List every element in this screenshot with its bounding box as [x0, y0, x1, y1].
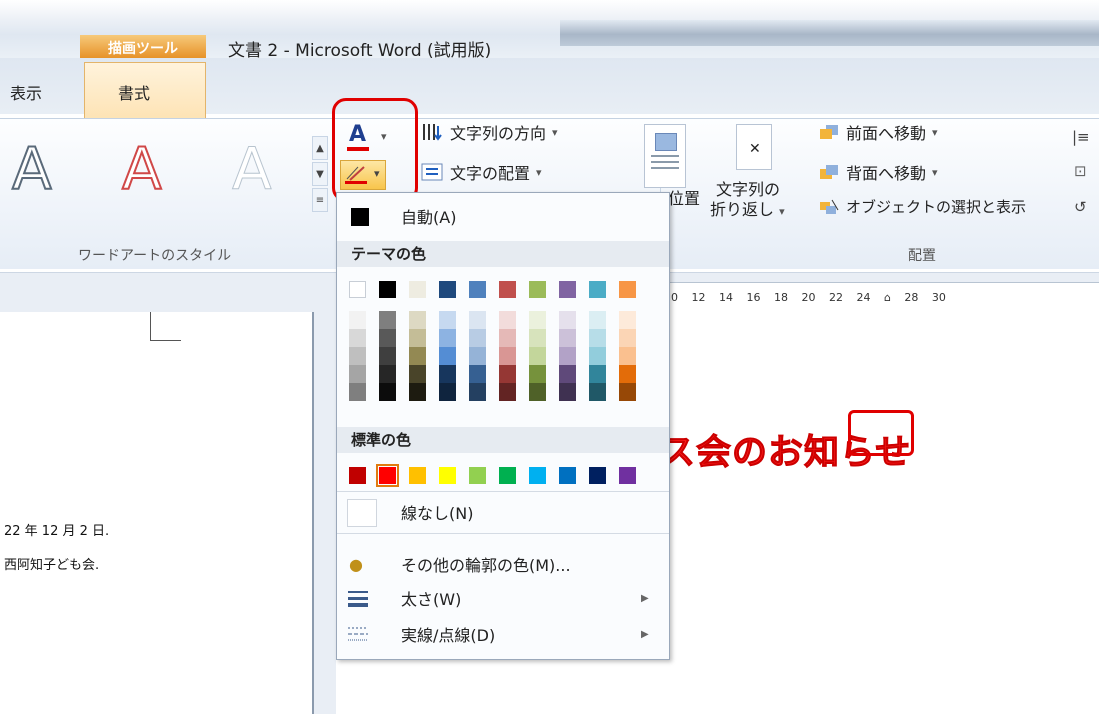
- menu-weight-label: 太さ(W): [401, 590, 462, 609]
- standard-color-swatch[interactable]: [619, 467, 636, 484]
- selection-pane-label: オブジェクトの選択と表示: [846, 198, 1027, 216]
- standard-color-swatch[interactable]: [499, 467, 516, 484]
- menu-item-dashes[interactable]: 実線/点線(D) ▶: [337, 617, 669, 651]
- bring-forward-icon: [820, 125, 838, 139]
- standard-color-swatch[interactable]: [409, 467, 426, 484]
- line-weight-icon: [348, 591, 368, 607]
- group-icon[interactable]: ⊡: [1074, 162, 1087, 180]
- text-direction-icon: [423, 124, 442, 141]
- chevron-down-icon: ▾: [536, 165, 542, 179]
- margin-corner-mark: [150, 312, 181, 341]
- highlight-outline-button: [332, 98, 418, 202]
- selection-pane-button[interactable]: オブジェクトの選択と表示: [818, 196, 1026, 217]
- highlight-outline-text: [848, 410, 914, 456]
- org-line: 西阿知子ども会.: [4, 558, 100, 573]
- menu-item-weight[interactable]: 太さ(W) ▶: [337, 581, 669, 615]
- menu-more-colors-label: その他の輪郭の色(M)...: [401, 556, 571, 575]
- date-line: 22 年 12 月 2 日.: [4, 524, 110, 539]
- palette-icon: ●: [349, 555, 363, 574]
- menu-divider: [337, 533, 669, 534]
- bring-forward-label: 前面へ移動: [846, 124, 927, 143]
- title-bar-glass: [560, 20, 1099, 46]
- chevron-down-icon: ▾: [552, 125, 558, 139]
- wordart-style-3[interactable]: A: [232, 135, 273, 204]
- gallery-down-button[interactable]: ▼: [312, 162, 328, 186]
- outline-color-menu: 自動(A) テーマの色 標準の色 線なし(N) ● その他の輪郭の色(M)...…: [336, 192, 670, 660]
- send-backward-button[interactable]: 背面へ移動 ▾: [818, 160, 938, 184]
- text-align-label: 文字の配置: [450, 164, 531, 183]
- ruler-numbers: 10 12 14 16 18 20 22 24 ⌂ 28 30: [664, 291, 946, 304]
- standard-color-swatch[interactable]: [439, 467, 456, 484]
- horizontal-ruler[interactable]: 10 12 14 16 18 20 22 24 ⌂ 28 30: [654, 282, 1099, 316]
- position-icon: [644, 124, 686, 188]
- standard-color-swatch[interactable]: [376, 464, 399, 487]
- standard-color-swatch[interactable]: [559, 467, 576, 484]
- text-direction-label: 文字列の方向: [450, 124, 547, 143]
- text-align-icon: [421, 163, 443, 181]
- wrap-text-icon: ✕: [736, 124, 772, 170]
- align-icon[interactable]: |≡: [1072, 128, 1090, 146]
- gallery-up-button[interactable]: ▲: [312, 136, 328, 160]
- menu-divider: [337, 491, 669, 492]
- wrap-text-button[interactable]: 折り返し ▾: [710, 196, 785, 220]
- menu-item-more-colors[interactable]: ● その他の輪郭の色(M)...: [337, 547, 669, 581]
- rotate-icon[interactable]: ↺: [1074, 198, 1087, 216]
- menu-item-no-line[interactable]: 線なし(N): [337, 495, 669, 529]
- tab-format[interactable]: 書式: [118, 80, 150, 104]
- menu-dashes-label: 実線/点線(D): [401, 626, 496, 645]
- wordart-style-2[interactable]: A: [121, 134, 163, 204]
- chevron-down-icon: ▾: [932, 165, 938, 179]
- standard-color-swatch[interactable]: [589, 467, 606, 484]
- submenu-arrow-icon: ▶: [641, 592, 649, 604]
- gallery-more-button[interactable]: ≡: [312, 188, 328, 212]
- wordart-style-1[interactable]: A: [11, 134, 53, 204]
- standard-color-swatch[interactable]: [349, 467, 366, 484]
- chevron-down-icon: ▾: [932, 125, 938, 139]
- menu-no-line-label: 線なし(N): [401, 504, 474, 523]
- bring-forward-button[interactable]: 前面へ移動 ▾: [818, 120, 938, 144]
- submenu-arrow-icon: ▶: [641, 628, 649, 640]
- send-backward-icon: [820, 165, 838, 179]
- standard-color-swatch[interactable]: [469, 467, 486, 484]
- send-backward-label: 背面へ移動: [846, 164, 927, 183]
- vertical-ruler: [312, 312, 338, 714]
- no-line-swatch: [347, 499, 377, 527]
- tab-view[interactable]: 表示: [10, 80, 42, 104]
- arrange-group-label: 配置: [908, 248, 936, 264]
- wrap-line2: 折り返し: [710, 200, 775, 219]
- standard-color-swatch[interactable]: [529, 467, 546, 484]
- position-button[interactable]: 位置: [668, 185, 700, 209]
- dash-type-icon: [348, 627, 368, 641]
- wordart-group-label: ワードアートのスタイル: [78, 248, 232, 264]
- text-direction-button[interactable]: 文字列の方向 ▾: [420, 120, 558, 144]
- document-page-left: 22 年 12 月 2 日. 西阿知子ども会.: [0, 312, 312, 714]
- chevron-down-icon: ▾: [779, 205, 785, 218]
- selection-pane-icon: [820, 199, 839, 214]
- text-align-button[interactable]: 文字の配置 ▾: [420, 160, 542, 184]
